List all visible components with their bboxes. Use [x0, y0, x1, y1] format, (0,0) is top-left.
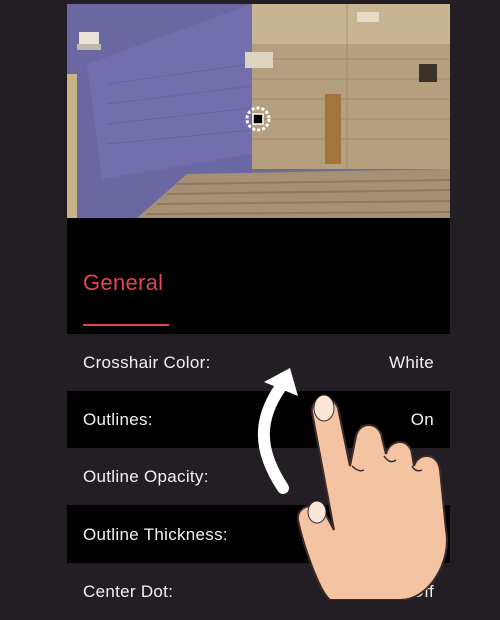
setting-value[interactable]: White [389, 353, 434, 373]
crosshair-preview [67, 4, 450, 218]
setting-label: Crosshair Color: [83, 353, 211, 372]
setting-row-outline-thickness[interactable]: Outline Thickness: [67, 506, 450, 563]
section-underline [83, 324, 169, 326]
setting-label: Outline Thickness: [83, 525, 228, 544]
setting-row-center-dot[interactable]: Center Dot: Off [67, 563, 450, 620]
setting-row-outline-opacity[interactable]: Outline Opacity: [67, 448, 450, 505]
map-preview-image [67, 4, 450, 218]
section-title-general: General [83, 270, 164, 295]
setting-row-crosshair-color[interactable]: Crosshair Color: White [67, 334, 450, 391]
setting-row-outlines[interactable]: Outlines: On [67, 391, 450, 448]
setting-label: Outlines: [83, 410, 153, 429]
setting-value[interactable]: Off [411, 582, 434, 602]
setting-label: Center Dot: [83, 582, 174, 601]
setting-label: Outline Opacity: [83, 467, 209, 486]
setting-value[interactable]: On [411, 410, 434, 430]
